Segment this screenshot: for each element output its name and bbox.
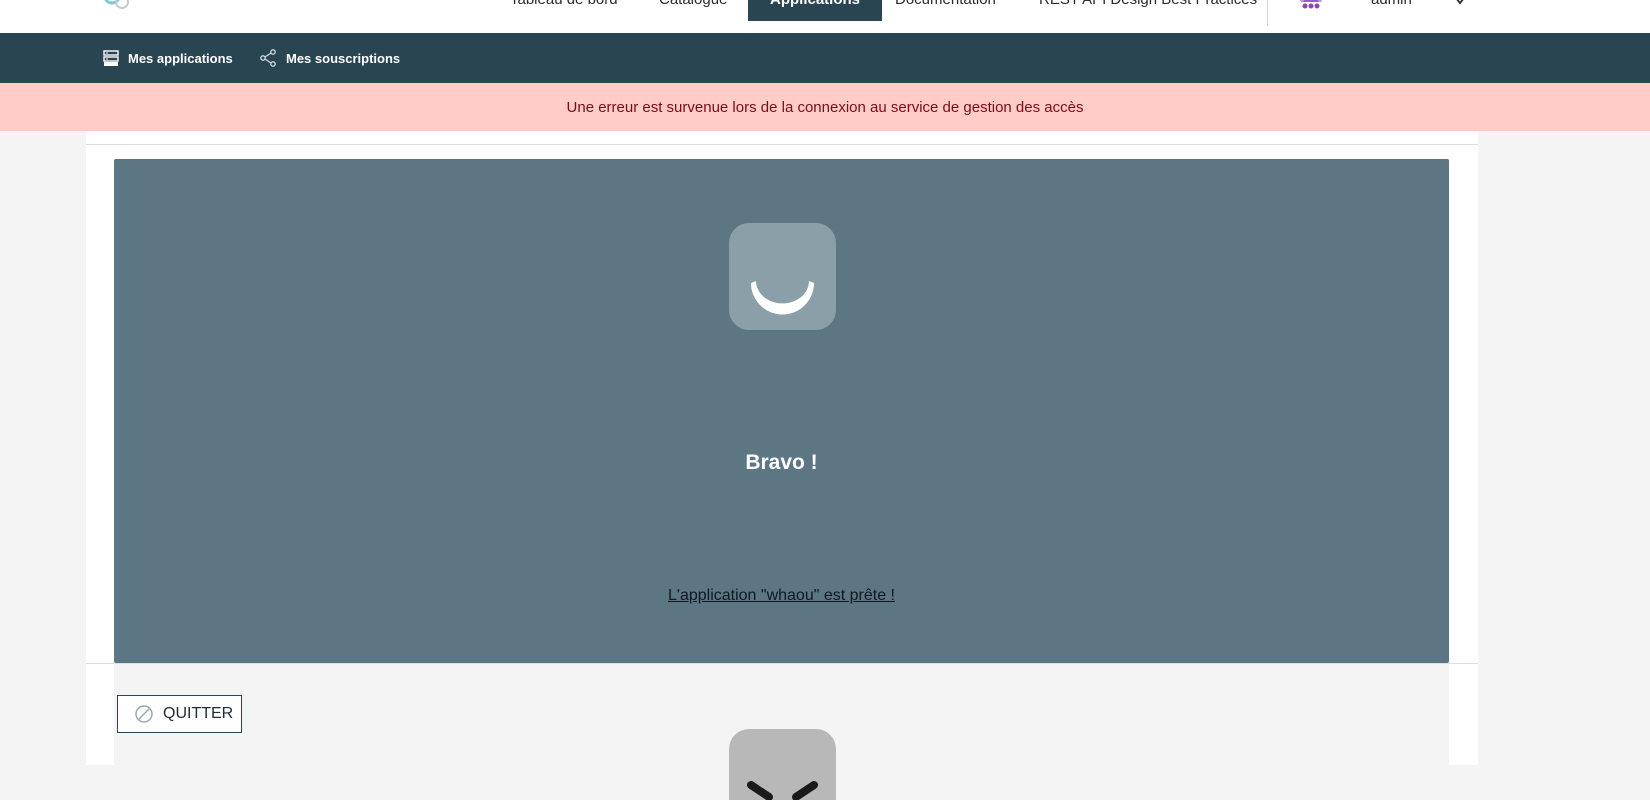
logo-icon[interactable] <box>100 0 134 12</box>
share-icon <box>260 49 276 67</box>
user-name[interactable]: admin <box>1371 0 1412 13</box>
application-ready-link[interactable]: L'application "whaou" est prête ! <box>668 587 895 604</box>
nav-catalogue[interactable]: Catalogue <box>659 0 727 20</box>
quit-button[interactable]: QUITTER <box>117 695 242 733</box>
close-icon <box>729 729 836 800</box>
smile-icon <box>729 223 836 330</box>
quit-label: QUITTER <box>163 705 234 722</box>
nav-applications[interactable]: Applications <box>748 0 883 21</box>
sub-navbar: Mes applications Mes souscriptions <box>0 33 1650 83</box>
success-card: Bravo ! L'application "whaou" est prête … <box>114 159 1449 663</box>
nav-rest-api-best-practices[interactable]: REST API Design Best Practices <box>1039 0 1257 20</box>
error-banner: Une erreur est survenue lors de la conne… <box>0 83 1650 131</box>
subnav-mes-souscriptions[interactable]: Mes souscriptions <box>259 33 400 83</box>
success-title: Bravo ! <box>745 451 818 474</box>
cancel-icon <box>135 705 153 723</box>
nav-divider <box>1267 0 1268 26</box>
divider <box>86 144 1478 145</box>
chevron-down-icon[interactable] <box>1455 0 1465 5</box>
subnav-label: Mes applications <box>128 50 233 66</box>
nav-tableau-de-bord[interactable]: Tableau de bord <box>510 0 618 20</box>
error-message: Une erreur est survenue lors de la conne… <box>566 98 1084 116</box>
subnav-mes-applications[interactable]: Mes applications <box>103 33 233 83</box>
top-navbar: Tableau de bord Catalogue Applications D… <box>0 0 1650 34</box>
avatar[interactable] <box>1296 0 1326 14</box>
nav-documentation[interactable]: Documentation <box>895 0 996 20</box>
subnav-label: Mes souscriptions <box>286 50 401 66</box>
apps-icon <box>103 49 119 66</box>
